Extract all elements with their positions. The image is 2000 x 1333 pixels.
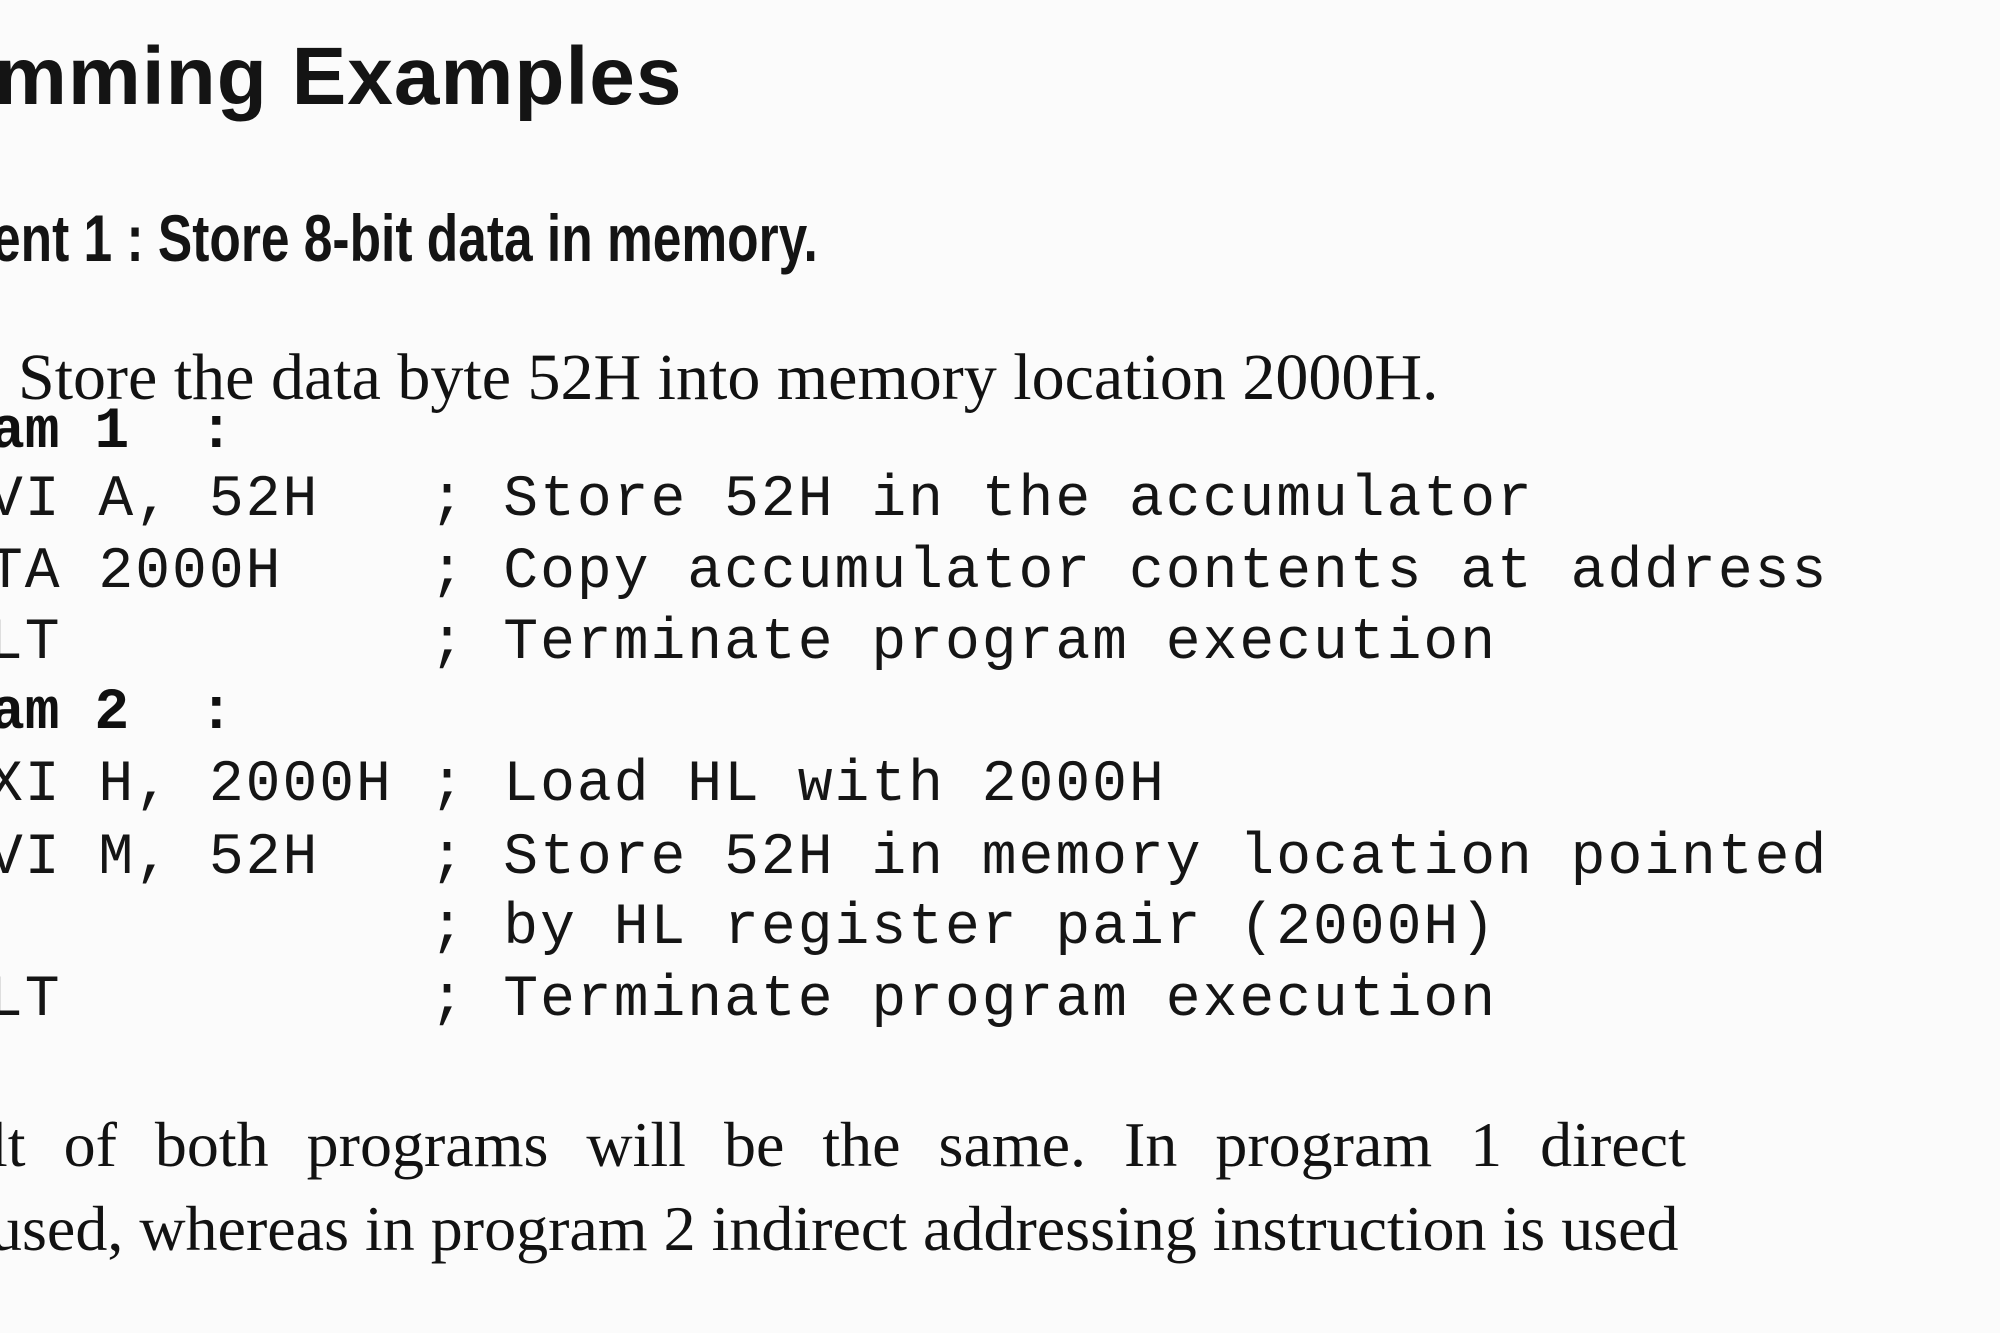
program-2-line: ; by HL register pair (2000H) xyxy=(0,896,1498,961)
program-2-line: XI H, 2000H ; Load HL with 2000H xyxy=(0,753,1166,818)
program-2-line: VI M, 52H ; Store 52H in memory location… xyxy=(0,826,1829,891)
program-2-line: LT ; Terminate program execution xyxy=(0,968,1498,1033)
program-2-label: am 2 : xyxy=(0,681,234,746)
experiment-title: ent 1 : Store 8-bit data in memory. xyxy=(0,201,818,275)
program-1-label: am 1 : xyxy=(0,400,234,465)
program-1-line: LT ; Terminate program execution xyxy=(0,611,1498,676)
result-paragraph-line-1: lt of both programs will be the same. In… xyxy=(0,1109,1686,1180)
program-1-line: TA 2000H ; Copy accumulator contents at … xyxy=(0,540,1829,605)
program-1-line: VI A, 52H ; Store 52H in the accumulator xyxy=(0,468,1534,533)
result-paragraph-line-2: used, whereas in program 2 indirect addr… xyxy=(0,1193,1679,1264)
section-heading: mming Examples xyxy=(0,31,683,122)
